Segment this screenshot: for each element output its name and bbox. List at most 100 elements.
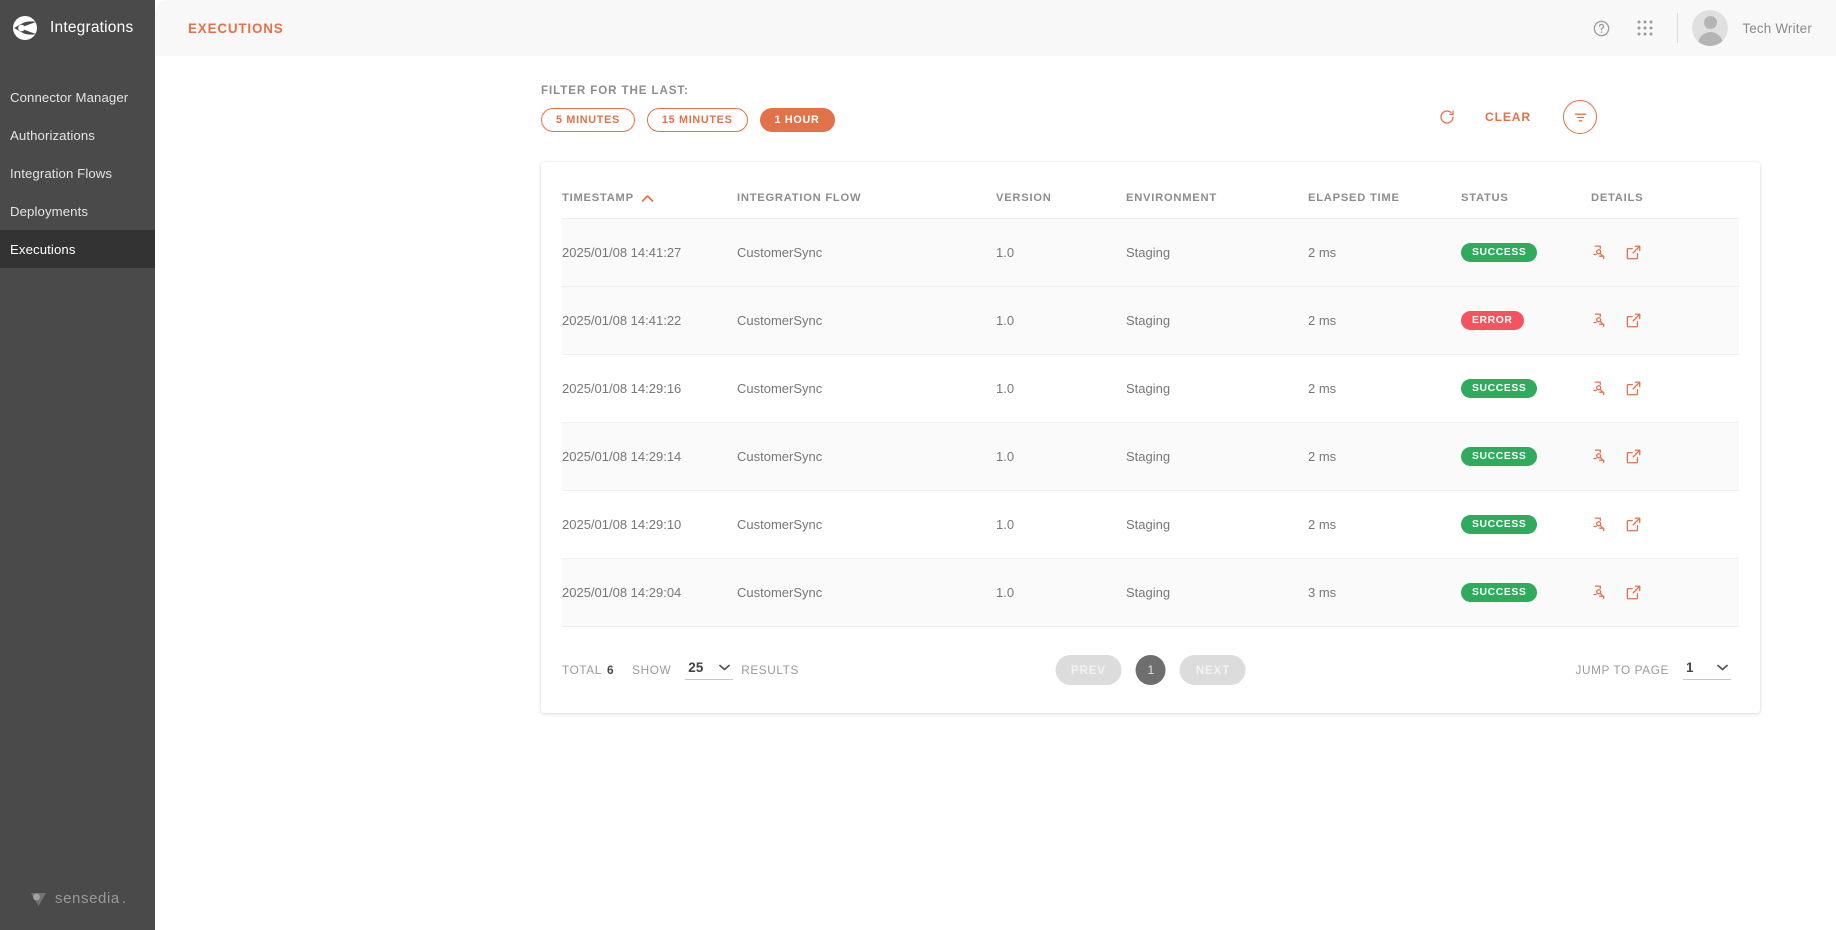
filter-funnel-icon[interactable] <box>1563 100 1597 134</box>
sensedia-wordmark: sensedia <box>54 890 120 907</box>
column-header-version[interactable]: VERSION <box>996 162 1126 219</box>
table-row[interactable]: 2025/01/08 14:41:27 CustomerSync 1.0 Stagin… <box>562 218 1739 287</box>
open-external-icon[interactable] <box>1625 516 1642 533</box>
sidebar-item-label: Deployments <box>10 203 89 219</box>
executions-table: TIMESTAMP INTEGRATION FLOW VERSION ENVIR… <box>562 162 1739 627</box>
cell-elapsed-time: 2 ms <box>1308 490 1461 559</box>
app-root: Integrations Connector Manager Authoriza… <box>0 0 1836 930</box>
details-actions <box>1591 380 1739 397</box>
column-header-timestamp[interactable]: TIMESTAMP <box>562 162 737 219</box>
details-actions <box>1591 516 1739 533</box>
execution-trace-icon[interactable] <box>1591 516 1608 533</box>
table-row[interactable]: 2025/01/08 14:29:04 CustomerSync 1.0 Stagin… <box>562 558 1739 627</box>
cell-details <box>1591 490 1739 559</box>
cell-details <box>1591 286 1739 355</box>
total-label: TOTAL <box>562 663 602 677</box>
results-label: RESULTS <box>741 663 799 677</box>
table-row[interactable]: 2025/01/08 14:29:14 CustomerSync 1.0 Stagin… <box>562 422 1739 491</box>
execution-trace-icon[interactable] <box>1591 380 1608 397</box>
column-header-status[interactable]: STATUS <box>1461 162 1591 219</box>
sidebar-item-label: Integration Flows <box>10 165 113 181</box>
sidebar-item-integration-flows[interactable]: Integration Flows <box>0 154 155 192</box>
open-external-icon[interactable] <box>1625 584 1642 601</box>
cell-details <box>1591 558 1739 627</box>
jump-to-page-select[interactable]: 1 <box>1683 660 1731 680</box>
page-title: EXECUTIONS <box>188 20 284 36</box>
sort-asc-icon[interactable] <box>641 194 654 203</box>
sidebar-nav: Connector Manager Authorizations Integra… <box>0 78 155 268</box>
table-header-row: TIMESTAMP INTEGRATION FLOW VERSION ENVIR… <box>562 162 1739 219</box>
execution-trace-icon[interactable] <box>1591 312 1608 329</box>
topbar-divider <box>1677 13 1679 43</box>
sidebar-item-connector-manager[interactable]: Connector Manager <box>0 78 155 116</box>
brand[interactable]: Integrations <box>0 0 155 56</box>
cell-environment: Staging <box>1126 286 1308 355</box>
cell-elapsed-time: 2 ms <box>1308 422 1461 491</box>
details-actions <box>1591 244 1739 261</box>
cell-elapsed-time: 2 ms <box>1308 218 1461 287</box>
cell-elapsed-time: 3 ms <box>1308 558 1461 627</box>
cell-integration-flow: CustomerSync <box>737 558 996 627</box>
column-label: TIMESTAMP <box>562 192 634 204</box>
clear-button[interactable]: CLEAR <box>1467 110 1549 124</box>
cell-environment: Staging <box>1126 490 1308 559</box>
table-row[interactable]: 2025/01/08 14:29:16 CustomerSync 1.0 Stagin… <box>562 354 1739 423</box>
cell-status: ERROR <box>1461 286 1591 355</box>
apps-grid-icon[interactable] <box>1623 6 1667 50</box>
cell-integration-flow: CustomerSync <box>737 354 996 423</box>
status-badge: SUCCESS <box>1461 515 1538 534</box>
refresh-icon[interactable] <box>1427 100 1467 134</box>
sidebar-item-deployments[interactable]: Deployments <box>0 192 155 230</box>
results-summary: TOTAL 6 SHOW 25 RESULTS <box>562 660 799 680</box>
table-row[interactable]: 2025/01/08 14:41:22 CustomerSync 1.0 Stagin… <box>562 286 1739 355</box>
help-circle-icon[interactable] <box>1579 6 1623 50</box>
pagination: PREV 1 NEXT <box>1055 655 1246 685</box>
status-badge: ERROR <box>1461 311 1524 330</box>
open-external-icon[interactable] <box>1625 312 1642 329</box>
cell-timestamp: 2025/01/08 14:41:27 <box>562 218 737 287</box>
cell-environment: Staging <box>1126 354 1308 423</box>
filter-chip-5-minutes[interactable]: 5 MINUTES <box>541 108 635 132</box>
sidebar-item-executions[interactable]: Executions <box>0 230 155 268</box>
page-size-select[interactable]: 25 <box>685 660 734 680</box>
integrations-logo-icon <box>10 13 40 43</box>
open-external-icon[interactable] <box>1625 448 1642 465</box>
cell-status: SUCCESS <box>1461 558 1591 627</box>
cell-status: SUCCESS <box>1461 218 1591 287</box>
next-page-button[interactable]: NEXT <box>1179 655 1246 685</box>
cell-timestamp: 2025/01/08 14:29:10 <box>562 490 737 559</box>
user-name[interactable]: Tech Writer <box>1742 21 1812 36</box>
avatar[interactable] <box>1692 10 1729 46</box>
column-header-integration-flow[interactable]: INTEGRATION FLOW <box>737 162 996 219</box>
cell-status: SUCCESS <box>1461 490 1591 559</box>
filter-chip-15-minutes[interactable]: 15 MINUTES <box>646 108 748 132</box>
jump-to-page-value: 1 <box>1686 660 1694 675</box>
cell-timestamp: 2025/01/08 14:29:16 <box>562 354 737 423</box>
execution-trace-icon[interactable] <box>1591 584 1608 601</box>
sensedia-dot: . <box>121 890 127 907</box>
prev-page-button[interactable]: PREV <box>1055 655 1122 685</box>
filter-actions: CLEAR <box>1427 84 1597 134</box>
total-value: 6 <box>606 663 615 677</box>
table-row[interactable]: 2025/01/08 14:29:10 CustomerSync 1.0 Stagin… <box>562 490 1739 559</box>
column-label: STATUS <box>1461 192 1509 204</box>
open-external-icon[interactable] <box>1625 380 1642 397</box>
sidebar: Integrations Connector Manager Authoriza… <box>0 0 155 930</box>
column-label: INTEGRATION FLOW <box>737 192 862 204</box>
column-header-elapsed-time[interactable]: ELAPSED TIME <box>1308 162 1461 219</box>
topbar: EXECUTIONS Tech Writer <box>155 0 1836 56</box>
cell-version: 1.0 <box>996 422 1126 491</box>
table-footer: TOTAL 6 SHOW 25 RESULTS PREV 1 NEXT JUMP… <box>562 627 1739 713</box>
execution-trace-icon[interactable] <box>1591 448 1608 465</box>
column-header-environment[interactable]: ENVIRONMENT <box>1126 162 1308 219</box>
details-actions <box>1591 448 1739 465</box>
open-external-icon[interactable] <box>1625 244 1642 261</box>
page-number-1[interactable]: 1 <box>1135 655 1166 685</box>
sidebar-item-authorizations[interactable]: Authorizations <box>0 116 155 154</box>
execution-trace-icon[interactable] <box>1591 244 1608 261</box>
main-area: EXECUTIONS Tech Writer FILTER FOR THE LA… <box>155 0 1836 930</box>
cell-status: SUCCESS <box>1461 354 1591 423</box>
show-label: SHOW <box>632 663 672 677</box>
column-label: ENVIRONMENT <box>1126 192 1217 204</box>
filter-chip-1-hour[interactable]: 1 HOUR <box>759 108 835 132</box>
